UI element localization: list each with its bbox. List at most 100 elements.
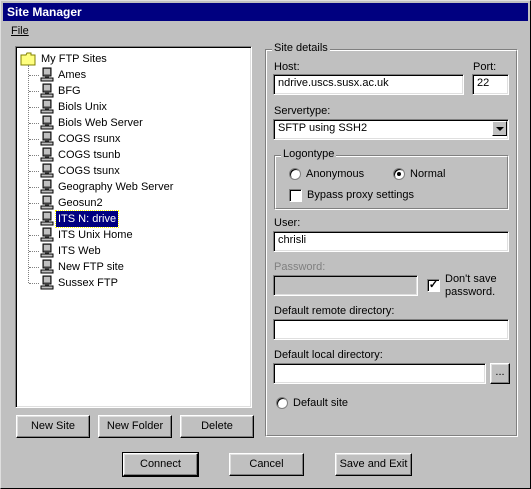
- computer-icon: [40, 275, 54, 290]
- tree-branch: [29, 91, 39, 92]
- normal-radio[interactable]: [393, 168, 405, 180]
- connect-button[interactable]: Connect: [122, 452, 199, 477]
- delete-button[interactable]: Delete: [180, 415, 254, 438]
- tree-site-item[interactable]: COGS tsunx: [40, 163, 122, 179]
- tree-site-item[interactable]: ITS Web: [40, 243, 103, 259]
- user-field[interactable]: chrisli: [273, 231, 509, 252]
- tree-site-label: Biols Unix: [58, 101, 107, 113]
- tree-site-item[interactable]: BFG: [40, 83, 83, 99]
- dont-save-password-label-1[interactable]: Don't save: [445, 273, 497, 285]
- host-value: ndrive.uscs.susx.ac.uk: [278, 77, 389, 89]
- tree-site-label: ITS N: drive: [54, 210, 120, 228]
- tree-branch: [29, 75, 39, 76]
- tree-branch: [29, 283, 39, 284]
- tree-branch: [29, 139, 39, 140]
- computer-icon: [40, 163, 54, 178]
- host-label: Host:: [274, 61, 300, 73]
- tree-branch: [29, 235, 39, 236]
- tree-site-label: COGS tsunx: [58, 165, 120, 177]
- tree-site-item[interactable]: New FTP site: [40, 259, 126, 275]
- tree-site-item[interactable]: Geography Web Server: [40, 179, 175, 195]
- logontype-group: [274, 155, 509, 210]
- tree-branch: [29, 123, 39, 124]
- tree-site-label: New FTP site: [58, 261, 124, 273]
- menu-bar: File: [3, 22, 528, 41]
- cancel-button[interactable]: Cancel: [229, 453, 304, 476]
- remote-dir-label: Default remote directory:: [274, 305, 395, 317]
- computer-icon: [40, 195, 54, 210]
- port-value: 22: [477, 77, 490, 89]
- tree-site-label: Geosun2: [58, 197, 103, 209]
- computer-icon: [40, 147, 54, 162]
- bypass-proxy-checkbox[interactable]: [289, 189, 302, 202]
- tree-root-label: My FTP Sites: [41, 53, 107, 65]
- host-field[interactable]: ndrive.uscs.susx.ac.uk: [273, 74, 464, 95]
- servertype-select[interactable]: SFTP using SSH2: [273, 119, 509, 140]
- default-site-radio[interactable]: [276, 397, 288, 409]
- bypass-proxy-label[interactable]: Bypass proxy settings: [307, 189, 414, 201]
- anonymous-label[interactable]: Anonymous: [306, 168, 364, 180]
- tree-branch: [29, 203, 39, 204]
- browse-button[interactable]: ...: [490, 363, 510, 384]
- folder-icon: [20, 52, 36, 66]
- save-and-exit-button[interactable]: Save and Exit: [335, 453, 412, 476]
- tree-branch: [29, 155, 39, 156]
- dont-save-password-label-2[interactable]: password.: [445, 286, 495, 298]
- tree-site-item[interactable]: Biols Unix: [40, 99, 109, 115]
- tree-site-label: BFG: [58, 85, 81, 97]
- computer-icon: [40, 131, 54, 146]
- computer-icon: [40, 211, 54, 226]
- normal-label[interactable]: Normal: [410, 168, 445, 180]
- default-site-label[interactable]: Default site: [293, 397, 348, 409]
- tree-branch: [29, 267, 39, 268]
- logontype-label: Logontype: [281, 148, 337, 160]
- menu-file[interactable]: File: [11, 22, 29, 41]
- tree-site-item[interactable]: Ames: [40, 67, 88, 83]
- new-site-button[interactable]: New Site: [16, 415, 90, 438]
- tree-site-label: Geography Web Server: [58, 181, 174, 193]
- tree-site-label: Ames: [58, 69, 87, 81]
- anonymous-radio[interactable]: [289, 168, 301, 180]
- password-label: Password:: [274, 261, 326, 273]
- servertype-label: Servertype:: [274, 105, 331, 117]
- tree-site-label: Biols Web Server: [58, 117, 143, 129]
- tree-branch: [29, 187, 39, 188]
- port-field[interactable]: 22: [472, 74, 509, 95]
- computer-icon: [40, 179, 54, 194]
- tree-site-label: Sussex FTP: [58, 277, 118, 289]
- tree-site-item[interactable]: COGS rsunx: [40, 131, 122, 147]
- remote-dir-field[interactable]: [273, 319, 509, 340]
- tree-branch: [29, 219, 39, 220]
- tree-site-label: COGS rsunx: [58, 133, 121, 145]
- site-details-label: Site details: [272, 42, 330, 54]
- tree-site-item[interactable]: ITS N: drive: [40, 210, 120, 228]
- site-manager-window: Site Manager File My FTP Sites Ames BFG Bio…: [0, 0, 531, 489]
- local-dir-label: Default local directory:: [274, 349, 383, 361]
- chevron-down-icon[interactable]: [492, 121, 507, 136]
- dont-save-password-checkbox[interactable]: ✓: [427, 279, 440, 292]
- new-folder-button[interactable]: New Folder: [98, 415, 172, 438]
- tree-branch: [29, 251, 39, 252]
- tree-branch: [29, 107, 39, 108]
- tree-site-label: COGS tsunb: [58, 149, 121, 161]
- servertype-value: SFTP using SSH2: [278, 122, 368, 134]
- site-tree[interactable]: My FTP Sites Ames BFG Biols Unix Biols Web S…: [15, 46, 252, 408]
- tree-site-item[interactable]: ITS Unix Home: [40, 227, 135, 243]
- window-title: Site Manager: [3, 3, 528, 21]
- computer-icon: [40, 227, 54, 242]
- password-field[interactable]: [273, 275, 418, 296]
- user-label: User:: [274, 217, 301, 229]
- user-value: chrisli: [278, 234, 307, 246]
- port-label: Port:: [473, 61, 497, 73]
- tree-site-item[interactable]: Geosun2: [40, 195, 105, 211]
- local-dir-field[interactable]: [273, 363, 486, 384]
- tree-site-item[interactable]: Biols Web Server: [40, 115, 145, 131]
- tree-site-label: ITS Web: [58, 245, 101, 257]
- tree-site-item[interactable]: COGS tsunb: [40, 147, 122, 163]
- tree-branch: [29, 171, 39, 172]
- tree-root[interactable]: My FTP Sites: [20, 51, 109, 67]
- tree-site-item[interactable]: Sussex FTP: [40, 275, 120, 291]
- computer-icon: [40, 83, 54, 98]
- computer-icon: [40, 243, 54, 258]
- computer-icon: [40, 259, 54, 274]
